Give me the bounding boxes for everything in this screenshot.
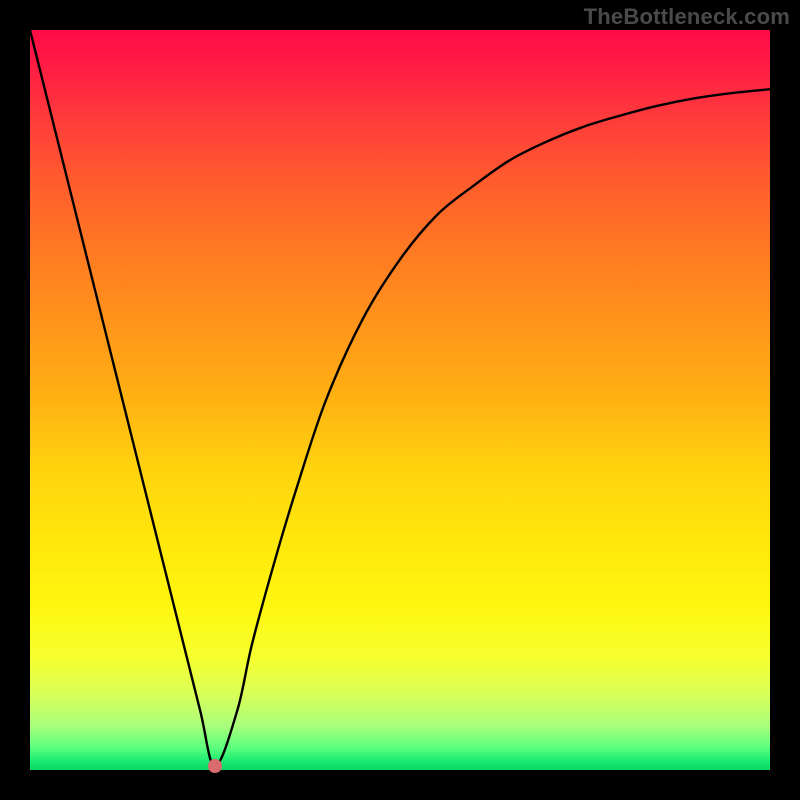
plot-background-gradient xyxy=(30,30,770,770)
watermark-text: TheBottleneck.com xyxy=(584,4,790,30)
chart-frame: TheBottleneck.com xyxy=(0,0,800,800)
